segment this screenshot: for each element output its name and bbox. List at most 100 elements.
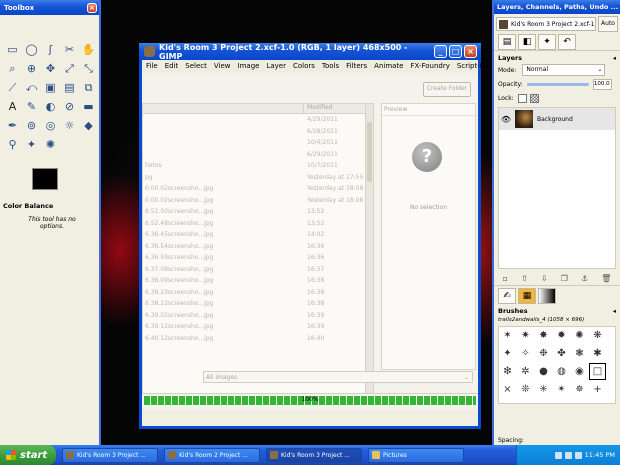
- toolbox-close-button[interactable]: ×: [87, 2, 97, 13]
- close-button[interactable]: ×: [464, 45, 477, 58]
- brush-swatch[interactable]: ✹: [553, 327, 570, 344]
- taskbar-task[interactable]: Pictures: [368, 447, 464, 463]
- file-row[interactable]: 0.00.02screensho...jpg Yesterday at 18:08: [143, 195, 373, 207]
- tool-icon[interactable]: ✋: [79, 40, 98, 59]
- delete-layer-icon[interactable]: 🗑: [601, 274, 611, 283]
- tool-icon[interactable]: ▭: [3, 40, 22, 59]
- tool-icon[interactable]: ⊚: [22, 116, 41, 135]
- brush-swatch[interactable]: ✱: [589, 345, 606, 362]
- menu-item[interactable]: Colors: [293, 62, 315, 70]
- undo-tab-icon[interactable]: ↶: [558, 34, 576, 50]
- panel-menu-icon[interactable]: ◂: [613, 307, 616, 315]
- brush-swatch[interactable]: ❋: [589, 327, 606, 344]
- file-row[interactable]: 4/29/2011: [143, 114, 373, 126]
- duplicate-layer-icon[interactable]: ❐: [561, 274, 568, 283]
- file-row[interactable]: 6.37.08screensho...jpg 16:37: [143, 264, 373, 276]
- foreground-color[interactable]: [32, 168, 58, 190]
- auto-button[interactable]: Auto: [598, 16, 618, 32]
- tool-icon[interactable]: ✒: [3, 116, 22, 135]
- brush-swatch[interactable]: ✤: [553, 345, 570, 362]
- mode-select[interactable]: Normal ⌄: [522, 64, 606, 76]
- brush-swatch[interactable]: ✧: [517, 345, 534, 362]
- tool-icon[interactable]: ʃ: [41, 40, 60, 59]
- security-icon[interactable]: [574, 451, 582, 459]
- brush-swatch[interactable]: ✶: [499, 327, 516, 344]
- taskbar-task[interactable]: Kid's Room 2 Project ...: [164, 447, 260, 463]
- brush-swatch[interactable]: ●: [535, 363, 552, 380]
- tool-icon[interactable]: ⤡: [79, 59, 98, 78]
- brush-swatch[interactable]: ❉: [535, 345, 552, 362]
- channels-tab-icon[interactable]: ◧: [518, 34, 536, 50]
- file-row[interactable]: 0.00.02screensho...jpg Yesterday at 18:08: [143, 183, 373, 195]
- new-layer-icon[interactable]: ▫: [503, 274, 508, 283]
- tool-icon[interactable]: ⟋: [3, 78, 22, 97]
- anchor-layer-icon[interactable]: ⚓: [581, 274, 588, 283]
- menu-item[interactable]: Image: [238, 62, 260, 70]
- toolbox-titlebar[interactable]: Toolbox ×: [0, 0, 99, 15]
- lower-layer-icon[interactable]: ⇩: [541, 274, 548, 283]
- tool-icon[interactable]: ◯: [22, 40, 41, 59]
- brush-swatch[interactable]: ✺: [571, 327, 588, 344]
- dock-titlebar[interactable]: Layers, Channels, Paths, Undo ...: [494, 0, 620, 14]
- file-list-scrollbar[interactable]: [365, 104, 373, 396]
- file-row[interactable]: 6/28/2011: [143, 126, 373, 138]
- brush-swatch[interactable]: +: [589, 381, 606, 398]
- tool-icon[interactable]: ✥: [41, 59, 60, 78]
- file-row[interactable]: 6.38.09screensho...jpg 16:38: [143, 275, 373, 287]
- tool-icon[interactable]: ▬: [79, 97, 98, 116]
- panel-menu-icon[interactable]: ◂: [613, 54, 616, 62]
- file-row[interactable]: hotos 10/7/2011: [143, 160, 373, 172]
- paths-tab-icon[interactable]: ✦: [538, 34, 556, 50]
- tool-icon[interactable]: ⌕: [3, 59, 22, 78]
- tool-icon[interactable]: ✂: [60, 40, 79, 59]
- brush-swatch[interactable]: ✵: [571, 381, 588, 398]
- menu-item[interactable]: Tools: [322, 62, 339, 70]
- tool-icon[interactable]: ✎: [22, 97, 41, 116]
- brush-swatch[interactable]: ❊: [517, 381, 534, 398]
- menu-item[interactable]: Animate: [374, 62, 403, 70]
- brush-swatch[interactable]: ×: [499, 381, 516, 398]
- start-button[interactable]: start: [0, 445, 56, 465]
- minimize-button[interactable]: _: [434, 45, 447, 58]
- file-row[interactable]: 6/29/2011: [143, 149, 373, 161]
- tool-icon[interactable]: ◐: [41, 97, 60, 116]
- gradients-tab-icon[interactable]: [538, 288, 556, 304]
- brush-swatch[interactable]: ◍: [553, 363, 570, 380]
- file-row[interactable]: 6.40.12screensho...jpg 16:40: [143, 333, 373, 345]
- tool-icon[interactable]: ◆: [79, 116, 98, 135]
- tool-icon[interactable]: ⤺: [22, 78, 41, 97]
- file-row[interactable]: 6.36.59screensho...jpg 16:36: [143, 252, 373, 264]
- file-row[interactable]: 6.38.22screensho...jpg 16:38: [143, 298, 373, 310]
- menu-item[interactable]: FX-Foundry: [411, 62, 450, 70]
- tool-icon[interactable]: ☼: [60, 116, 79, 135]
- brush-swatch[interactable]: ✦: [499, 345, 516, 362]
- create-folder-button[interactable]: Create Folder: [423, 82, 471, 97]
- file-row[interactable]: pg Yesterday at 17:55: [143, 172, 373, 184]
- opacity-value[interactable]: 100.0: [592, 78, 612, 90]
- tool-icon[interactable]: A: [3, 97, 22, 116]
- name-column-header[interactable]: [143, 104, 303, 113]
- tool-icon[interactable]: ▤: [60, 78, 79, 97]
- menu-item[interactable]: File: [146, 62, 158, 70]
- layer-row[interactable]: 👁 Background: [499, 108, 615, 130]
- brush-swatch[interactable]: □: [589, 363, 606, 380]
- image-window-titlebar[interactable]: Kid's Room 3 Project 2.xcf-1.0 (RGB, 1 l…: [139, 43, 481, 61]
- eye-icon[interactable]: 👁: [499, 115, 513, 124]
- file-row[interactable]: 10/4/2011: [143, 137, 373, 149]
- raise-layer-icon[interactable]: ⇧: [521, 274, 528, 283]
- menu-item[interactable]: Script-Fu: [457, 62, 488, 70]
- scrollbar-thumb[interactable]: [367, 122, 372, 182]
- tool-icon[interactable]: ◎: [41, 116, 60, 135]
- lock-alpha-checkbox[interactable]: [529, 93, 539, 103]
- volume-icon[interactable]: [564, 451, 572, 459]
- brush-swatch[interactable]: ✳: [535, 381, 552, 398]
- file-row[interactable]: 6.36.45screensho...jpg 14:02: [143, 229, 373, 241]
- menu-item[interactable]: View: [214, 62, 231, 70]
- menu-item[interactable]: Filters: [346, 62, 367, 70]
- opacity-slider[interactable]: [526, 82, 589, 86]
- maximize-button[interactable]: □: [449, 45, 462, 58]
- image-selector[interactable]: Kid's Room 3 Project 2.xcf-1: [496, 17, 596, 31]
- tool-icon[interactable]: ✺: [41, 135, 60, 154]
- patterns-tab-icon[interactable]: ▦: [518, 288, 536, 304]
- brushes-tab-icon[interactable]: ✍: [498, 288, 516, 304]
